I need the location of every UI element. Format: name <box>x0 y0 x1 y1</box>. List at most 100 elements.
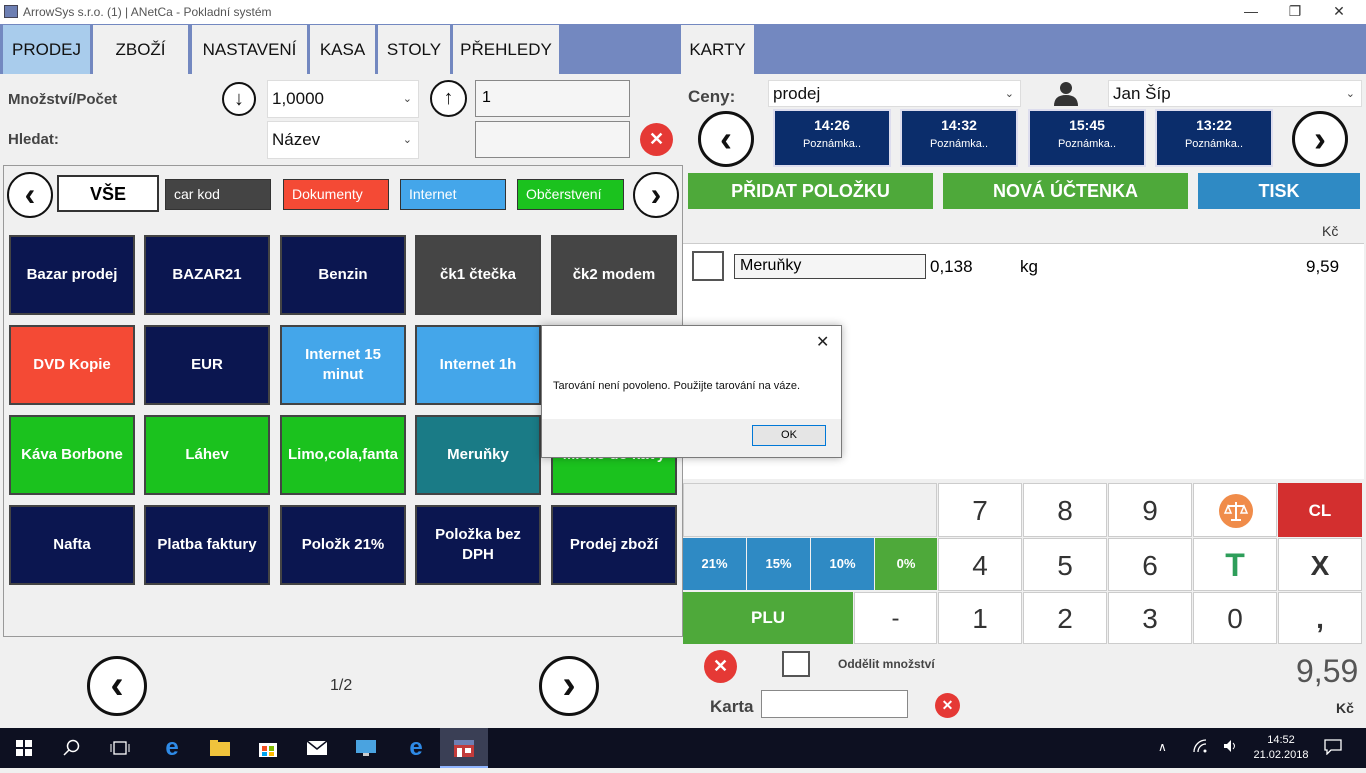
scale-key[interactable] <box>1193 483 1277 537</box>
product-tile[interactable]: Platba faktury <box>144 505 270 585</box>
plu-button[interactable]: PLU <box>683 592 853 644</box>
tab-zbozi[interactable]: ZBOŽÍ <box>93 25 188 74</box>
category-all[interactable]: VŠE <box>57 175 159 212</box>
mail-icon[interactable] <box>293 728 341 768</box>
new-receipt-button[interactable]: NOVÁ ÚČTENKA <box>943 173 1188 209</box>
increase-arrow-icon[interactable]: ↑ <box>430 80 467 117</box>
card-input[interactable] <box>761 690 908 718</box>
user-select[interactable]: Jan Šíp ⌄ <box>1108 80 1362 107</box>
file-explorer-icon[interactable] <box>196 728 244 768</box>
key-1[interactable]: 1 <box>938 592 1022 644</box>
dialog-close-icon[interactable]: ✕ <box>816 332 829 352</box>
key-comma[interactable]: , <box>1278 592 1362 644</box>
volume-icon[interactable] <box>1222 738 1238 754</box>
product-tile[interactable]: Meruňky <box>415 415 541 495</box>
key-0[interactable]: 0 <box>1193 592 1277 644</box>
task-view-icon[interactable] <box>96 728 144 768</box>
key-6[interactable]: 6 <box>1108 538 1192 591</box>
multiply-key[interactable]: X <box>1278 538 1362 591</box>
vat-21-key[interactable]: 21% <box>683 538 746 590</box>
tab-stoly[interactable]: STOLY <box>378 25 450 74</box>
ticket-button[interactable]: 13:22 Poznámka.. <box>1155 109 1273 167</box>
product-tile[interactable]: EUR <box>144 325 270 405</box>
ticket-button[interactable]: 15:45 Poznámka.. <box>1028 109 1146 167</box>
price-list-select[interactable]: prodej ⌄ <box>768 80 1021 107</box>
key-7[interactable]: 7 <box>938 483 1022 537</box>
product-tile[interactable]: Limo,cola,fanta <box>280 415 406 495</box>
key-minus[interactable]: - <box>854 592 937 644</box>
product-tile[interactable]: Internet 15 minut <box>280 325 406 405</box>
restore-button[interactable]: ❐ <box>1272 0 1318 24</box>
ticket-button[interactable]: 14:26 Poznámka.. <box>773 109 891 167</box>
category-dokumenty[interactable]: Dokumenty <box>283 179 389 210</box>
key-3[interactable]: 3 <box>1108 592 1192 644</box>
page-next-icon[interactable]: › <box>539 656 599 716</box>
internet-explorer-icon[interactable]: e <box>392 728 440 768</box>
decrease-arrow-icon[interactable]: ↓ <box>222 82 256 116</box>
product-tile[interactable]: Bazar prodej <box>9 235 135 315</box>
product-tile[interactable]: Položka bez DPH <box>415 505 541 585</box>
category-internet[interactable]: Internet <box>400 179 506 210</box>
key-4[interactable]: 4 <box>938 538 1022 591</box>
product-tile[interactable]: čk1 čtečka <box>415 235 541 315</box>
product-tile[interactable]: Benzin <box>280 235 406 315</box>
vat-10-key[interactable]: 10% <box>811 538 874 590</box>
product-tile[interactable]: BAZAR21 <box>144 235 270 315</box>
key-2[interactable]: 2 <box>1023 592 1107 644</box>
tab-prodej[interactable]: PRODEJ <box>3 25 90 74</box>
tab-prehledy[interactable]: PŘEHLEDY <box>453 25 559 74</box>
search-icon[interactable] <box>48 728 96 768</box>
ticket-button[interactable]: 14:32 Poznámka.. <box>900 109 1018 167</box>
windows-start-icon[interactable] <box>0 728 48 768</box>
split-qty-checkbox[interactable] <box>782 651 810 677</box>
key-5[interactable]: 5 <box>1023 538 1107 591</box>
product-tile[interactable]: Prodej zboží <box>551 505 677 585</box>
tare-key[interactable]: T <box>1193 538 1277 591</box>
vat-0-key[interactable]: 0% <box>875 538 937 590</box>
item-name[interactable]: Meruňky <box>734 254 926 279</box>
product-tile[interactable]: Položk 21% <box>280 505 406 585</box>
edge-icon[interactable]: e <box>148 728 196 768</box>
product-tile[interactable]: DVD Kopie <box>9 325 135 405</box>
clear-card-icon[interactable]: ✕ <box>935 693 960 718</box>
product-tile[interactable]: Internet 1h <box>415 325 541 405</box>
clear-key[interactable]: CL <box>1278 483 1362 537</box>
price-label: Ceny: <box>688 87 736 106</box>
anetca-taskbar-icon[interactable] <box>440 728 488 768</box>
product-tile[interactable]: Láhev <box>144 415 270 495</box>
search-input[interactable] <box>475 121 630 158</box>
item-checkbox[interactable] <box>692 251 724 281</box>
add-item-button[interactable]: PŘIDAT POLOŽKU <box>688 173 933 209</box>
dialog-ok-button[interactable]: OK <box>752 425 826 446</box>
minimize-button[interactable]: — <box>1228 0 1274 24</box>
clear-search-icon[interactable]: ✕ <box>640 123 673 156</box>
delete-icon[interactable]: ✕ <box>704 650 737 683</box>
category-car-kod[interactable]: car kod <box>165 179 271 210</box>
tab-nastaveni[interactable]: NASTAVENÍ <box>192 25 307 74</box>
search-by-select[interactable]: Název ⌄ <box>267 121 419 159</box>
tray-chevron-up-icon[interactable]: ∧ <box>1158 740 1167 754</box>
quantity-select[interactable]: 1,0000 ⌄ <box>267 80 419 118</box>
tab-kasa[interactable]: KASA <box>310 25 375 74</box>
key-8[interactable]: 8 <box>1023 483 1107 537</box>
close-button[interactable]: ✕ <box>1316 0 1362 24</box>
product-tile[interactable]: čk2 modem <box>551 235 677 315</box>
remote-desktop-icon[interactable] <box>342 728 390 768</box>
vat-15-key[interactable]: 15% <box>747 538 810 590</box>
category-obcerstveni[interactable]: Občerstvení <box>517 179 624 210</box>
product-tile[interactable]: Káva Borbone <box>9 415 135 495</box>
count-field[interactable]: 1 <box>475 80 630 117</box>
notifications-icon[interactable] <box>1324 739 1342 756</box>
tickets-prev-icon[interactable]: ‹ <box>698 111 754 167</box>
tray-clock[interactable]: 14:52 21.02.2018 <box>1250 733 1312 763</box>
store-icon[interactable] <box>244 728 292 768</box>
key-9[interactable]: 9 <box>1108 483 1192 537</box>
tab-karty[interactable]: KARTY <box>681 25 754 74</box>
network-icon[interactable] <box>1192 738 1208 754</box>
category-next-icon[interactable]: › <box>633 172 679 218</box>
tickets-next-icon[interactable]: › <box>1292 111 1348 167</box>
page-prev-icon[interactable]: ‹ <box>87 656 147 716</box>
print-button[interactable]: TISK <box>1198 173 1360 209</box>
category-prev-icon[interactable]: ‹ <box>7 172 53 218</box>
product-tile[interactable]: Nafta <box>9 505 135 585</box>
